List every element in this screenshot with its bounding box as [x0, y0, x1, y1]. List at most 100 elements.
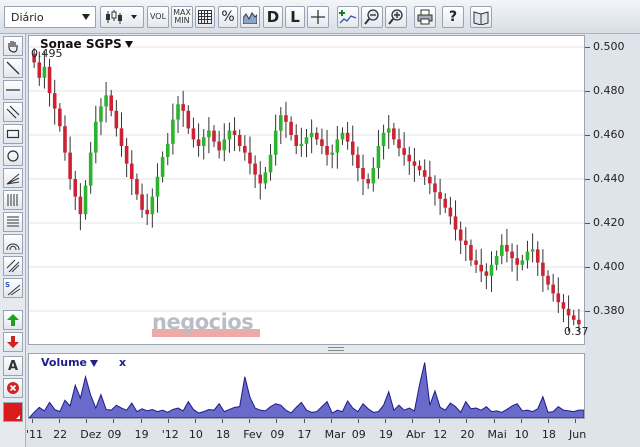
hand-tool-button[interactable]: [3, 36, 23, 56]
date-tick-mark: [194, 419, 196, 423]
volume-title[interactable]: Volume: [41, 356, 98, 369]
candle-up: [222, 139, 227, 151]
rectangle-icon: [6, 129, 20, 139]
chart-type-button[interactable]: [100, 6, 144, 28]
zoom-out-button[interactable]: [361, 6, 383, 28]
volume-toggle-label: VOL: [149, 12, 167, 21]
candle-up: [520, 260, 525, 265]
ellipse-tool-button[interactable]: [3, 146, 23, 166]
fan-tool-button[interactable]: [3, 168, 23, 188]
channel-tool-button[interactable]: [3, 256, 23, 276]
date-tick-label: 12: [433, 428, 448, 441]
add-indicator-button[interactable]: [337, 6, 359, 28]
candle-up: [99, 106, 103, 122]
parallel-lines-tool-button[interactable]: [3, 102, 23, 122]
mountain-chart-button[interactable]: [240, 6, 260, 28]
candle-up: [330, 152, 334, 155]
print-button[interactable]: [414, 6, 436, 28]
price-chart-panel[interactable]: [28, 35, 585, 345]
candle-down: [464, 240, 468, 245]
date-tick-mark: [412, 419, 414, 423]
crosshair-button[interactable]: [307, 6, 329, 28]
candle-down: [181, 104, 185, 111]
candle-down: [505, 245, 509, 252]
candle-down: [212, 130, 216, 142]
candle-up: [309, 132, 314, 138]
panel-splitter[interactable]: [28, 345, 585, 353]
delete-drawings-button[interactable]: [3, 378, 23, 398]
candle-down: [145, 209, 149, 215]
vertical-lines-tool-button[interactable]: [3, 190, 23, 210]
volume-chart-panel[interactable]: [27, 353, 585, 419]
speed-lines-tool-button[interactable]: S: [3, 278, 23, 298]
fan-icon: [6, 173, 20, 185]
candle-down: [546, 275, 550, 285]
candle-up: [201, 137, 206, 146]
candle-down: [37, 62, 42, 78]
candle-down: [438, 192, 442, 199]
date-tick-mark: [113, 419, 115, 423]
print-icon: [417, 9, 433, 25]
candle-down: [186, 110, 191, 129]
book-button[interactable]: [470, 6, 492, 28]
period-select[interactable]: Diário: [4, 6, 96, 28]
horizontal-line-tool-button[interactable]: [3, 80, 23, 100]
candle-down: [350, 141, 355, 155]
candle-down: [284, 115, 288, 122]
volume-chart[interactable]: [27, 354, 585, 419]
text-tool-button[interactable]: A: [3, 356, 23, 376]
date-tick-label: Mar: [324, 428, 346, 441]
percent-button[interactable]: %: [218, 6, 238, 28]
fibonacci-tool-button[interactable]: [3, 212, 23, 232]
candle-down: [571, 315, 576, 320]
buy-arrow-tool-button[interactable]: [3, 310, 23, 330]
text-tool-icon: A: [7, 358, 19, 374]
max-min-button[interactable]: MAX MIN: [171, 6, 193, 28]
candle-down: [325, 146, 329, 155]
rectangle-tool-button[interactable]: [3, 124, 23, 144]
candle-down: [191, 128, 196, 140]
price-tick-mark: [585, 223, 590, 224]
volume-toggle-button[interactable]: VOL: [147, 6, 169, 28]
up-arrow-icon: [7, 314, 19, 326]
candle-down: [433, 183, 437, 193]
log-scale-button[interactable]: L: [285, 6, 305, 28]
date-tick-mark: [547, 419, 549, 423]
arc-tool-button[interactable]: [3, 234, 23, 254]
color-picker-button[interactable]: [3, 402, 23, 422]
candle-down: [458, 229, 463, 241]
last-price-label: 0.37: [564, 325, 589, 338]
price-tick-label: 0.380: [593, 304, 625, 317]
candle-up: [489, 264, 494, 276]
date-tick-label: Mai: [487, 428, 507, 441]
candle-down: [556, 293, 561, 303]
candle-down: [232, 130, 237, 135]
price-chart[interactable]: [29, 36, 584, 344]
zoom-in-button[interactable]: [385, 6, 407, 28]
price-tick-label: 0.500: [593, 40, 625, 53]
date-tick-label: 22: [53, 428, 68, 441]
help-button[interactable]: ?: [442, 6, 464, 28]
trendline-tool-button[interactable]: [3, 58, 23, 78]
candle-up: [279, 115, 283, 131]
parallel-lines-icon: [6, 105, 20, 119]
volume-close-button[interactable]: x: [119, 356, 126, 369]
date-tick-label: 19: [134, 428, 149, 441]
candle-up: [386, 128, 391, 133]
price-tick-label: 0.460: [593, 128, 625, 141]
top-toolbar: Diário VOL MAX MIN % D L ?: [0, 0, 640, 34]
watermark-text: negocios: [152, 310, 254, 334]
candle-down: [129, 163, 134, 179]
candle-down: [320, 139, 324, 146]
candle-down: [561, 302, 566, 309]
candle-down: [402, 148, 406, 155]
trendline-icon: [6, 61, 20, 75]
grid-button[interactable]: [195, 6, 215, 28]
candle-down: [361, 168, 365, 179]
sell-arrow-tool-button[interactable]: [3, 332, 23, 352]
daily-button[interactable]: D: [263, 6, 283, 28]
candle-up: [304, 137, 309, 144]
date-tick-mark: [520, 419, 522, 423]
period-high-label: 0.495: [31, 47, 63, 60]
log-scale-label: L: [290, 8, 300, 26]
